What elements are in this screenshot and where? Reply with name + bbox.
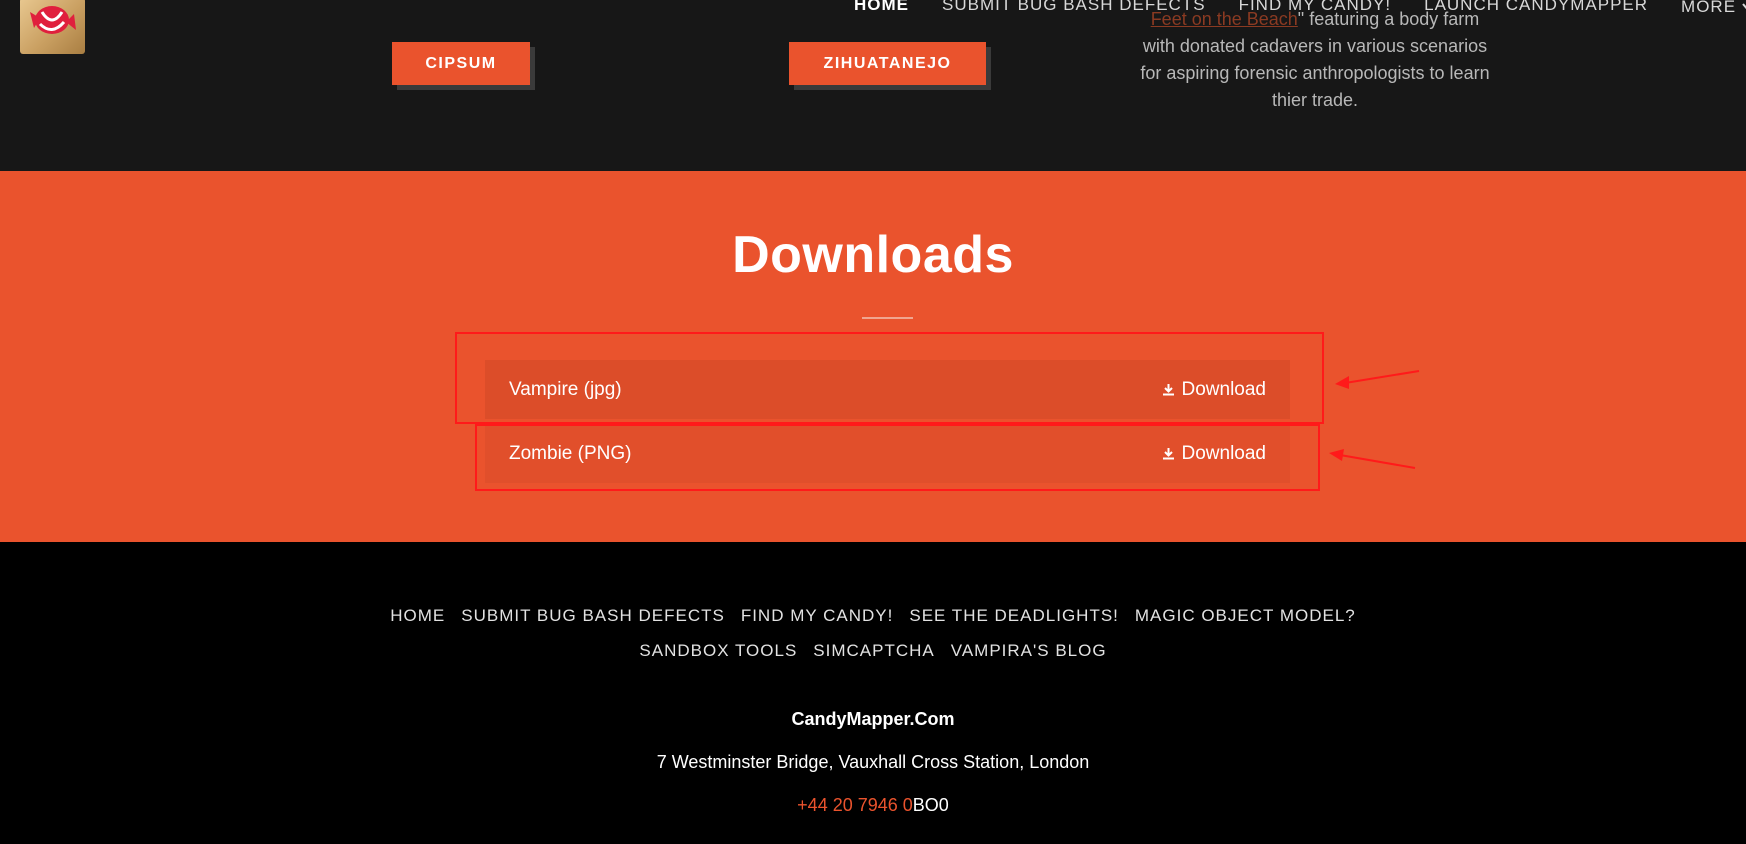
footer-link-find-my-candy[interactable]: FIND MY CANDY! bbox=[741, 606, 894, 626]
footer-link-simcaptcha[interactable]: SIMCAPTCHA bbox=[813, 641, 934, 661]
footer-link-submit-bug-bash-defects[interactable]: SUBMIT BUG BASH DEFECTS bbox=[461, 606, 725, 626]
footer-link-see-the-deadlights[interactable]: SEE THE DEADLIGHTS! bbox=[909, 606, 1119, 626]
downloads-title: Downloads bbox=[732, 226, 1014, 284]
cipsum-button[interactable]: CIPSUM bbox=[392, 42, 530, 85]
title-divider bbox=[862, 317, 913, 319]
footer-address: 7 Westminster Bridge, Vauxhall Cross Sta… bbox=[656, 752, 1090, 772]
footer-nav-row-1: HOME SUBMIT BUG BASH DEFECTS FIND MY CAN… bbox=[0, 606, 1746, 626]
zihuatanejo-button[interactable]: ZIHUATANEJO bbox=[789, 42, 986, 85]
footer: HOME SUBMIT BUG BASH DEFECTS FIND MY CAN… bbox=[0, 542, 1746, 844]
phone-number-link[interactable]: +44 20 7946 0 bbox=[797, 795, 913, 815]
annotation-box-vampire bbox=[455, 332, 1324, 424]
footer-link-home[interactable]: HOME bbox=[390, 606, 445, 626]
nav-more[interactable]: MORE bbox=[1681, 0, 1746, 19]
footer-nav-row-2: SANDBOX TOOLS SIMCAPTCHA VAMPIRA'S BLOG bbox=[0, 641, 1746, 661]
footer-link-sandbox-tools[interactable]: SANDBOX TOOLS bbox=[639, 641, 797, 661]
footer-link-vampiras-blog[interactable]: VAMPIRA'S BLOG bbox=[951, 641, 1107, 661]
cipsum-button-wrap: CIPSUM bbox=[392, 42, 535, 90]
nav-more-label: MORE bbox=[1681, 0, 1737, 16]
footer-phone[interactable]: +44 20 7946 0BO0 bbox=[0, 795, 1746, 816]
chevron-down-icon bbox=[1742, 3, 1746, 10]
annotation-box-zombie bbox=[475, 424, 1320, 491]
page: HOME SUBMIT BUG BASH DEFECTS FIND MY CAN… bbox=[0, 0, 1746, 844]
footer-link-magic-object-model[interactable]: MAGIC OBJECT MODEL? bbox=[1135, 606, 1356, 626]
top-section: HOME SUBMIT BUG BASH DEFECTS FIND MY CAN… bbox=[0, 0, 1746, 171]
zihuatanejo-button-wrap: ZIHUATANEJO bbox=[789, 42, 991, 90]
phone-number-suffix: BO0 bbox=[912, 795, 949, 815]
footer-site-name: CandyMapper.Com bbox=[791, 709, 955, 729]
feet-on-the-beach-link[interactable]: Feet on the Beach bbox=[1151, 9, 1298, 29]
nav-home[interactable]: HOME bbox=[854, 0, 909, 19]
blurb-text: Feet on the Beach" featuring a body farm… bbox=[1140, 6, 1490, 114]
candy-logo-icon[interactable] bbox=[20, 0, 85, 54]
